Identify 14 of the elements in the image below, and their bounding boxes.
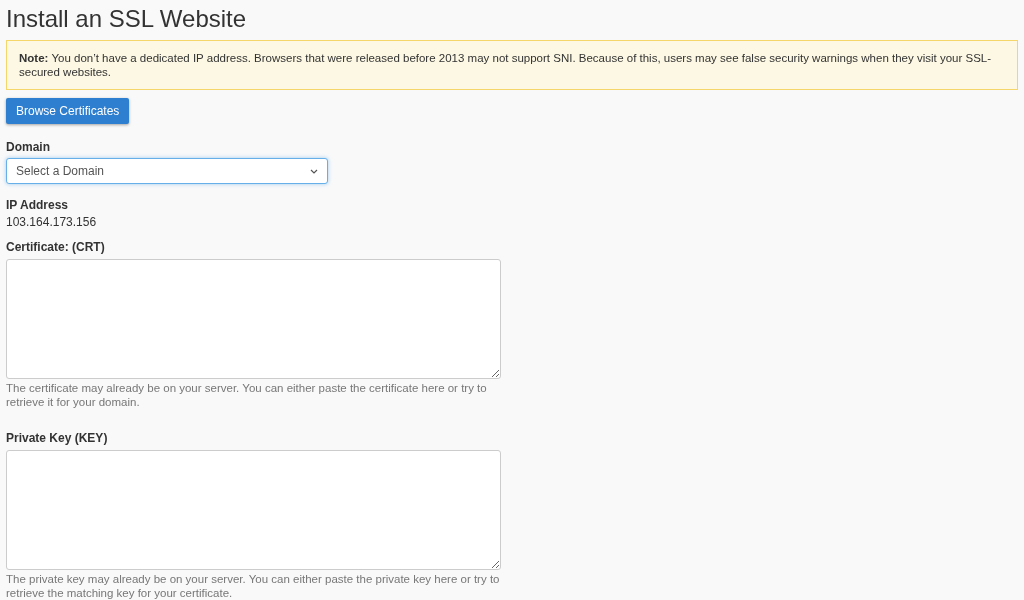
- text-area[interactable]: [6, 259, 501, 379]
- chevron-down-icon: [310, 168, 318, 174]
- help-text: The private key may already be on your server. You can either paste the private key here or try to retrieve the matching key for your certificate.: [6, 572, 501, 600]
- field-label: Certificate: (CRT): [6, 239, 106, 256]
- domain-select[interactable]: Select a Domain: [6, 158, 328, 184]
- page-title: Install an SSL Website: [6, 4, 248, 34]
- help-text: The certificate may already be on your server. You can either paste the certificate here or try to retrieve it for your domain.: [6, 381, 488, 409]
- field-label: Private Key (KEY): [6, 430, 109, 447]
- field-label: IP Address: [6, 197, 70, 214]
- ip-address-value: 103.164.173.156: [6, 214, 98, 231]
- browse-certificates-button[interactable]: Browse Certificates: [6, 98, 130, 124]
- text-area[interactable]: [6, 450, 501, 570]
- field-label: Domain: [6, 139, 51, 156]
- note-text: Note: You don’t have a dedicated IP address. Browsers that were released before 2013 may not support SNI. Because of this, users may see false security warnings when they visit your SSL-secured websites.: [19, 52, 992, 78]
